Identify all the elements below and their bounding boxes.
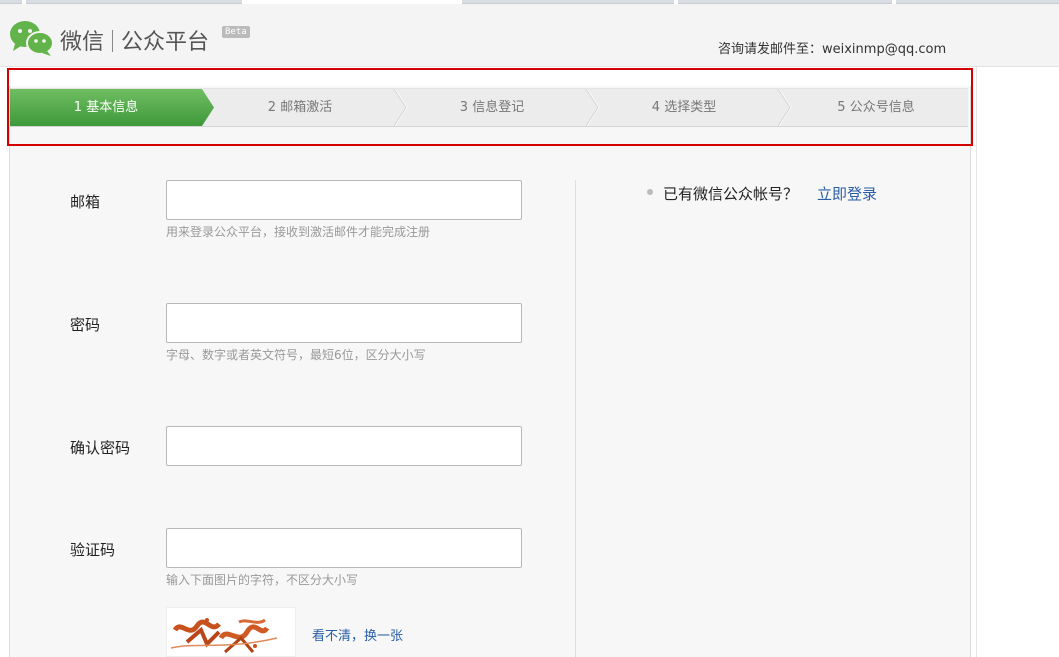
step-email-activation: 2 邮箱激活 (267, 100, 333, 115)
logo-text: 微信 公众平台 (60, 24, 209, 56)
step-basic-info: 1 基本信息 (73, 100, 139, 115)
confirm-password-field[interactable] (166, 426, 522, 466)
right-margin (976, 67, 1059, 657)
bullet-icon (647, 189, 653, 195)
logo-product: 公众平台 (121, 30, 210, 55)
step-info-registration: 3 信息登记 (459, 100, 525, 115)
wechat-logo-icon (8, 18, 56, 58)
step-choose-type: 4 选择类型 (651, 100, 717, 115)
login-link[interactable]: 立即登录 (817, 183, 877, 204)
captcha-field[interactable] (166, 528, 522, 568)
registration-steps: 1 基本信息 2 邮箱激活 3 信息登记 4 选择类型 5 公众号信息 (10, 88, 968, 127)
captcha-hint: 输入下面图片的字符，不区分大小写 (166, 573, 359, 587)
email-hint: 用来登录公众平台，接收到激活邮件才能完成注册 (166, 225, 431, 239)
site-header: 微信 公众平台 Beta 咨询请发邮件至：weixinmp@qq.com (0, 4, 1059, 67)
contact-email-text: 咨询请发邮件至：weixinmp@qq.com (718, 42, 947, 57)
column-divider (575, 180, 576, 657)
password-field[interactable] (166, 303, 522, 343)
existing-account-prompt: 已有微信公众帐号？ (663, 185, 799, 203)
captcha-image[interactable] (166, 607, 296, 657)
email-field[interactable] (166, 180, 522, 220)
logo-name: 微信 (60, 30, 105, 55)
password-hint: 字母、数字或者英文符号，最短6位，区分大小写 (166, 348, 426, 362)
refresh-captcha-link[interactable]: 看不清，换一张 (312, 625, 403, 644)
logo-separator (112, 30, 114, 52)
email-label: 邮箱 (70, 193, 101, 211)
confirm-password-label: 确认密码 (70, 439, 131, 457)
step-account-info: 5 公众号信息 (837, 100, 915, 115)
password-label: 密码 (70, 316, 101, 334)
beta-badge: Beta (222, 26, 250, 38)
registration-panel (9, 86, 971, 657)
captcha-label: 验证码 (70, 541, 116, 559)
